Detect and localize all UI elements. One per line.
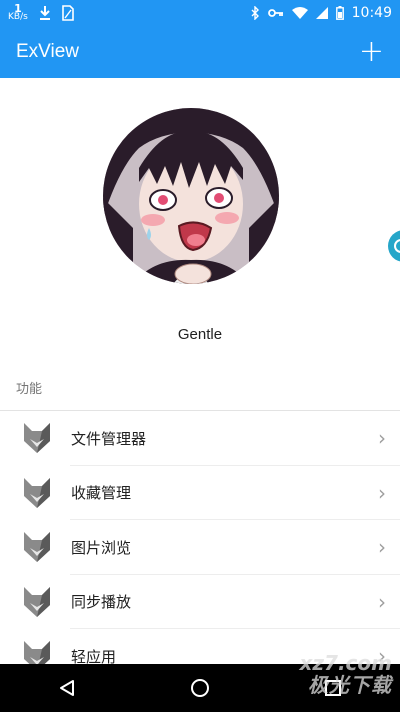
battery-icon <box>335 5 344 20</box>
menu-item-file-manager[interactable]: 文件管理器 › <box>0 411 400 466</box>
watermark: xz7.com 极光下载 <box>300 652 393 696</box>
sim-card-icon <box>62 4 74 21</box>
bluetooth-icon <box>251 5 259 20</box>
home-circle-icon <box>190 679 209 697</box>
menu-item-label: 收藏管理 <box>71 484 132 503</box>
fox-icon <box>24 532 50 562</box>
avatar-image <box>103 108 279 284</box>
watermark-line1: xz7.com <box>299 651 393 675</box>
back-button[interactable] <box>47 668 87 708</box>
username: Gentle <box>177 326 223 343</box>
status-left: 1 KB/s <box>8 3 74 22</box>
menu-item-label: 图片浏览 <box>71 538 132 557</box>
fox-icon <box>24 477 50 508</box>
clock: 10:49 <box>351 4 392 21</box>
cell-signal-icon <box>315 6 328 19</box>
profile-section: Gentle <box>0 78 400 358</box>
menu-item-favorites[interactable]: 收藏管理 › <box>0 466 400 520</box>
wifi-icon <box>291 6 308 19</box>
menu-list: 文件管理器 › 收藏管理 › 图片浏览 › 同步播放 › 轻应用 › <box>0 411 400 684</box>
status-right: 10:49 <box>250 5 392 21</box>
section-title: 功能 <box>16 382 43 397</box>
menu-item-label: 同步播放 <box>71 593 132 612</box>
home-button[interactable] <box>180 668 220 708</box>
fox-icon <box>24 586 50 617</box>
app-title: ExView <box>16 40 80 62</box>
app-bar: ExView + <box>0 25 400 78</box>
chevron-right-icon: › <box>378 480 386 505</box>
avatar[interactable] <box>103 108 279 284</box>
menu-item-image-browser[interactable]: 图片浏览 › <box>0 520 400 575</box>
chevron-right-icon: › <box>378 426 386 451</box>
back-triangle-icon <box>59 680 74 696</box>
add-button[interactable]: + <box>359 36 384 67</box>
network-speed: 1 KB/s <box>8 3 28 22</box>
fox-icon <box>24 423 50 453</box>
chevron-right-icon: › <box>378 535 386 560</box>
download-icon <box>39 5 50 20</box>
key-icon <box>267 8 283 17</box>
status-bar: 1 KB/s 10:49 <box>0 0 400 25</box>
chevron-right-icon: › <box>378 589 386 614</box>
network-speed-unit: KB/s <box>8 11 28 22</box>
watermark-line2: 极光下载 <box>308 673 392 697</box>
menu-item-label: 文件管理器 <box>71 429 147 448</box>
menu-item-sync-play[interactable]: 同步播放 › <box>0 575 400 629</box>
